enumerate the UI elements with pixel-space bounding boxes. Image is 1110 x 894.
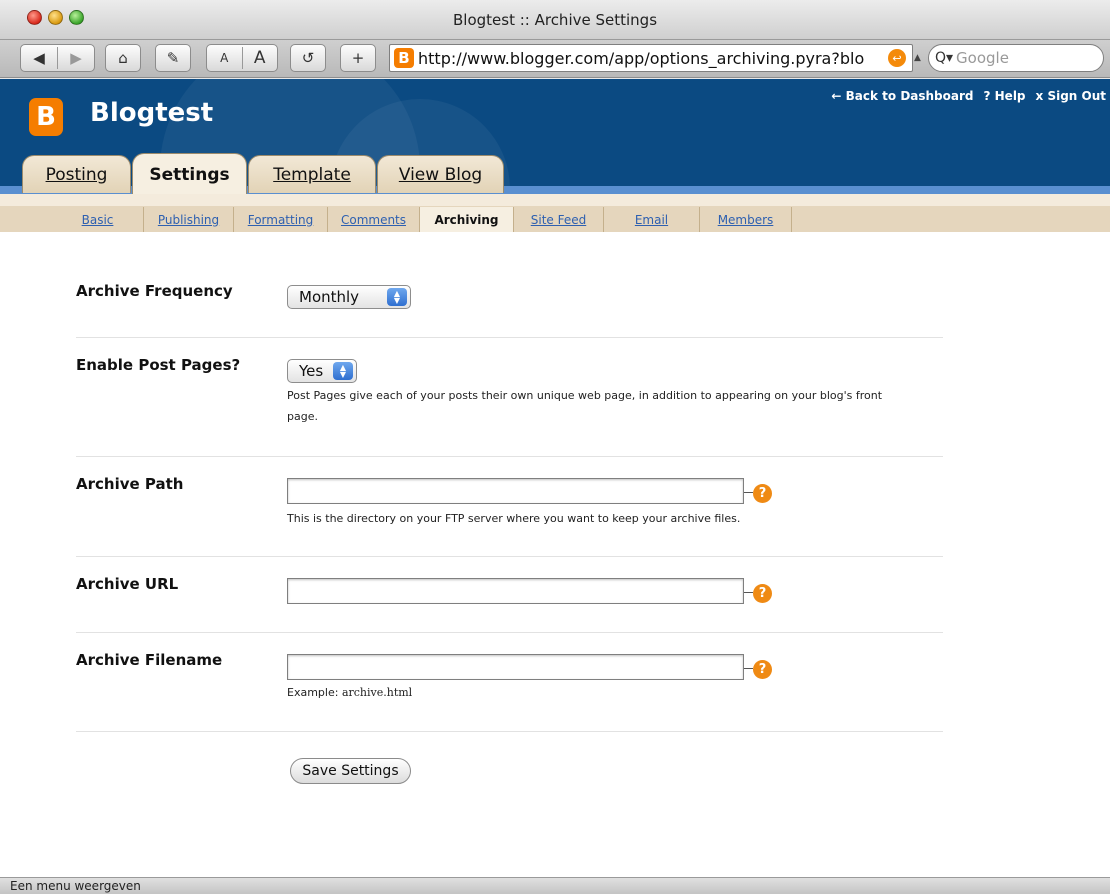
blogger-favicon-icon: B <box>394 48 414 68</box>
select-stepper-icon: ▲ ▼ <box>387 288 407 306</box>
address-bar[interactable]: B http://www.blogger.com/app/options_arc… <box>389 44 913 72</box>
sign-out-link[interactable]: x Sign Out <box>1036 89 1106 103</box>
enable-post-pages-select[interactable]: Yes ▲ ▼ <box>287 359 357 383</box>
home-icon: ⌂ <box>118 49 128 67</box>
archive-url-input[interactable] <box>287 578 744 604</box>
home-button[interactable]: ⌂ <box>105 44 141 72</box>
tab-settings[interactable]: Settings <box>132 153 247 195</box>
url-text[interactable]: http://www.blogger.com/app/options_archi… <box>418 49 886 68</box>
settings-subnav: Basic Publishing Formatting Comments Arc… <box>0 194 1110 232</box>
archive-filename-help-icon[interactable]: ? <box>753 660 772 679</box>
archive-path-input[interactable] <box>287 478 744 504</box>
plus-icon: + <box>351 49 365 67</box>
reload-icon: ↺ <box>301 49 315 67</box>
pencil-icon: ✎ <box>166 49 180 67</box>
search-field[interactable]: Q▾ Google <box>928 44 1104 72</box>
help-link[interactable]: ? Help <box>984 89 1026 103</box>
edit-button[interactable]: ✎ <box>155 44 191 72</box>
enable-post-pages-label: Enable Post Pages? <box>76 356 241 374</box>
url-dropdown-caret-icon[interactable]: ▲ <box>914 53 921 63</box>
back-arrow-icon[interactable]: ◀ <box>21 49 57 67</box>
subnav-basic[interactable]: Basic <box>52 207 144 232</box>
blogger-logo-icon[interactable]: B <box>29 98 63 136</box>
window-titlebar: Blogtest :: Archive Settings <box>0 0 1110 40</box>
back-forward-control: ◀ ▶ <box>20 44 95 72</box>
search-icon[interactable]: Q▾ <box>935 50 953 66</box>
archive-frequency-label: Archive Frequency <box>76 282 233 300</box>
divider <box>76 731 943 732</box>
browser-toolbar: ◀ ▶ ⌂ ✎ A A ↺ + B http://www.blogger.com… <box>0 40 1110 78</box>
text-size-control: A A <box>206 44 278 72</box>
text-smaller-button[interactable]: A <box>207 51 242 65</box>
tab-posting[interactable]: Posting <box>22 155 131 193</box>
search-placeholder: Google <box>956 49 1009 67</box>
window-title: Blogtest :: Archive Settings <box>452 11 658 29</box>
divider <box>76 632 943 633</box>
tab-view-blog[interactable]: View Blog <box>377 155 504 193</box>
archive-filename-input[interactable] <box>287 654 744 680</box>
save-settings-button[interactable]: Save Settings <box>290 758 411 784</box>
archive-settings-form: Archive Frequency Monthly ▲ ▼ Enable Post… <box>0 232 1110 877</box>
archive-path-help-text: This is the directory on your FTP server… <box>287 512 741 525</box>
subnav-email[interactable]: Email <box>604 207 700 232</box>
select-stepper-icon: ▲ ▼ <box>333 362 353 380</box>
archive-frequency-select[interactable]: Monthly ▲ ▼ <box>287 285 411 309</box>
divider <box>76 456 943 457</box>
divider <box>76 556 943 557</box>
post-pages-help-text: Post Pages give each of your posts their… <box>287 389 883 423</box>
archive-path-help-icon[interactable]: ? <box>753 484 772 503</box>
reload-button[interactable]: ↺ <box>290 44 326 72</box>
archive-url-help-icon[interactable]: ? <box>753 584 772 603</box>
text-larger-button[interactable]: A <box>243 48 278 68</box>
archive-url-label: Archive URL <box>76 575 179 593</box>
archive-filename-label: Archive Filename <box>76 651 223 669</box>
archive-filename-example: Example: archive.html <box>287 686 413 699</box>
subnav-publishing[interactable]: Publishing <box>144 207 234 232</box>
archive-path-label: Archive Path <box>76 475 184 493</box>
add-bookmark-button[interactable]: + <box>340 44 376 72</box>
tab-template[interactable]: Template <box>248 155 376 193</box>
status-bar: Een menu weergeven <box>0 877 1110 894</box>
back-to-dashboard-link[interactable]: ← Back to Dashboard <box>831 89 973 103</box>
divider <box>76 337 943 338</box>
archive-frequency-value: Monthly <box>299 288 360 306</box>
subnav-formatting[interactable]: Formatting <box>234 207 328 232</box>
subnav-members[interactable]: Members <box>700 207 792 232</box>
header-links: ← Back to Dashboard ? Help x Sign Out <box>831 89 1106 103</box>
subnav-archiving[interactable]: Archiving <box>420 207 514 232</box>
subnav-site-feed[interactable]: Site Feed <box>514 207 604 232</box>
subnav-comments[interactable]: Comments <box>328 207 420 232</box>
snapback-icon[interactable]: ↩ <box>888 49 906 67</box>
forward-arrow-icon[interactable]: ▶ <box>58 49 94 67</box>
blog-name: Blogtest <box>90 98 214 128</box>
enable-post-pages-value: Yes <box>299 362 324 380</box>
